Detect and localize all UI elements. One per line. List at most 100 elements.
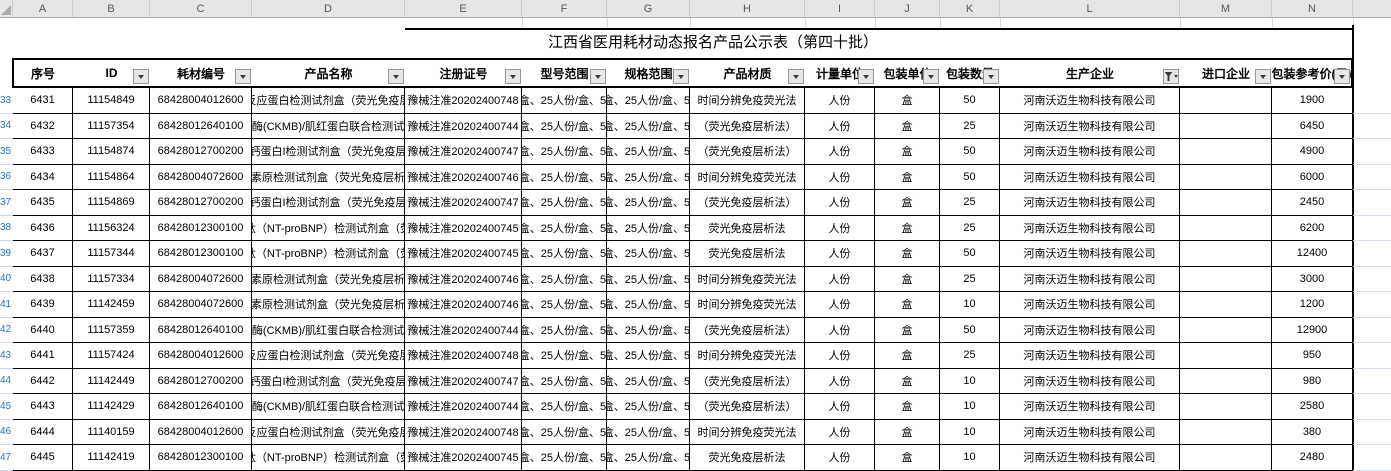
column-letter-G[interactable]: G xyxy=(607,0,690,17)
cell-C45[interactable]: 68428012640100 xyxy=(150,394,252,420)
cell-K38[interactable]: 25 xyxy=(940,216,1000,242)
cell-C40[interactable]: 68428004072600 xyxy=(150,267,252,293)
cell-D41[interactable]: 素原检测试剂盒（荧光免疫层析 xyxy=(252,292,405,318)
cell-K37[interactable]: 25 xyxy=(940,190,1000,216)
cell-A37[interactable]: 6435 xyxy=(13,190,73,216)
cell-N45[interactable]: 2580 xyxy=(1272,394,1353,420)
cell-N42[interactable]: 12900 xyxy=(1272,318,1353,344)
column-letter-E[interactable]: E xyxy=(405,0,522,17)
cell-H46[interactable]: 时间分辨免疫荧光法 xyxy=(690,420,805,446)
cell-A34[interactable]: 6432 xyxy=(13,114,73,140)
cell-C39[interactable]: 68428012300100 xyxy=(150,241,252,267)
cell-K40[interactable]: 25 xyxy=(940,267,1000,293)
cell-L46[interactable]: 河南沃迈生物科技有限公司 xyxy=(1000,420,1180,446)
cell-F41[interactable]: /盒、25人份/盒、50 xyxy=(522,292,607,318)
cell-L41[interactable]: 河南沃迈生物科技有限公司 xyxy=(1000,292,1180,318)
cell-N35[interactable]: 4900 xyxy=(1272,139,1353,165)
cell-J42[interactable]: 盒 xyxy=(875,318,940,344)
cell-G37[interactable]: /盒、25人份/盒、50 xyxy=(607,190,690,216)
cell-M33[interactable] xyxy=(1180,88,1272,114)
cell-H47[interactable]: 荧光免疫层析法 xyxy=(690,445,805,471)
cell-G42[interactable]: /盒、25人份/盒、50 xyxy=(607,318,690,344)
cell-H39[interactable]: 荧光免疫层析法 xyxy=(690,241,805,267)
cell-G38[interactable]: /盒、25人份/盒、50 xyxy=(607,216,690,242)
row-number-35[interactable]: 35 xyxy=(0,139,13,165)
cell-J43[interactable]: 盒 xyxy=(875,343,940,369)
cell-A38[interactable]: 6436 xyxy=(13,216,73,242)
cell-M45[interactable] xyxy=(1180,394,1272,420)
cell-F45[interactable]: /盒、25人份/盒、50 xyxy=(522,394,607,420)
cell-B47[interactable]: 11142419 xyxy=(73,445,150,471)
cell-C43[interactable]: 68428004012600 xyxy=(150,343,252,369)
column-letter-D[interactable]: D xyxy=(252,0,405,17)
cell-G35[interactable]: /盒、25人份/盒、50 xyxy=(607,139,690,165)
column-letter-N[interactable]: N xyxy=(1272,0,1353,17)
cell-G36[interactable]: /盒、25人份/盒、50 xyxy=(607,165,690,191)
cell-A41[interactable]: 6439 xyxy=(13,292,73,318)
cell-M43[interactable] xyxy=(1180,343,1272,369)
cell-C47[interactable]: 68428012300100 xyxy=(150,445,252,471)
cell-F37[interactable]: /盒、25人份/盒、50 xyxy=(522,190,607,216)
column-letter-J[interactable]: J xyxy=(875,0,940,17)
cell-H36[interactable]: 时间分辨免疫荧光法 xyxy=(690,165,805,191)
cell-E45[interactable]: 豫械注准20202400744 xyxy=(405,394,522,420)
cell-M37[interactable] xyxy=(1180,190,1272,216)
cell-L39[interactable]: 河南沃迈生物科技有限公司 xyxy=(1000,241,1180,267)
filter-dropdown-button-model[interactable] xyxy=(590,69,606,84)
cell-B42[interactable]: 11157359 xyxy=(73,318,150,344)
filter-dropdown-button-pack_qty[interactable] xyxy=(983,69,999,84)
cell-B44[interactable]: 11142449 xyxy=(73,369,150,395)
cell-F36[interactable]: /盒、25人份/盒、50 xyxy=(522,165,607,191)
cell-L37[interactable]: 河南沃迈生物科技有限公司 xyxy=(1000,190,1180,216)
filter-dropdown-button-pack_unit[interactable] xyxy=(923,69,939,84)
cell-M41[interactable] xyxy=(1180,292,1272,318)
column-letter-L[interactable]: L xyxy=(1000,0,1180,17)
cell-N33[interactable]: 1900 xyxy=(1272,88,1353,114)
cell-D39[interactable]: 肽（NT-proBNP）检测试剂盒（荧 xyxy=(252,241,405,267)
cell-E34[interactable]: 豫械注准20202400744 xyxy=(405,114,522,140)
column-letter-K[interactable]: K xyxy=(940,0,1000,17)
cell-G40[interactable]: /盒、25人份/盒、50 xyxy=(607,267,690,293)
cell-N38[interactable]: 6200 xyxy=(1272,216,1353,242)
cell-M34[interactable] xyxy=(1180,114,1272,140)
cell-N36[interactable]: 6000 xyxy=(1272,165,1353,191)
cell-J34[interactable]: 盒 xyxy=(875,114,940,140)
cell-N34[interactable]: 6450 xyxy=(1272,114,1353,140)
column-letter-A[interactable]: A xyxy=(13,0,73,17)
cell-I44[interactable]: 人份 xyxy=(805,369,875,395)
cell-E35[interactable]: 豫械注准20202400747 xyxy=(405,139,522,165)
cell-A36[interactable]: 6434 xyxy=(13,165,73,191)
cell-H38[interactable]: 荧光免疫层析法 xyxy=(690,216,805,242)
cell-B39[interactable]: 11157344 xyxy=(73,241,150,267)
cell-F33[interactable]: /盒、25人份/盒、50 xyxy=(522,88,607,114)
row-number-37[interactable]: 37 xyxy=(0,190,13,216)
cell-H37[interactable]: （荧光免疫层析法） xyxy=(690,190,805,216)
row-number-36[interactable]: 36 xyxy=(0,165,13,191)
cell-I35[interactable]: 人份 xyxy=(805,139,875,165)
cell-N39[interactable]: 12400 xyxy=(1272,241,1353,267)
cell-D38[interactable]: 肽（NT-proBNP）检测试剂盒（荧 xyxy=(252,216,405,242)
cell-J44[interactable]: 盒 xyxy=(875,369,940,395)
filter-dropdown-button-spec[interactable] xyxy=(673,69,689,84)
row-number-41[interactable]: 41 xyxy=(0,292,13,318)
cell-K41[interactable]: 10 xyxy=(940,292,1000,318)
cell-B38[interactable]: 11156324 xyxy=(73,216,150,242)
cell-J35[interactable]: 盒 xyxy=(875,139,940,165)
cell-K46[interactable]: 10 xyxy=(940,420,1000,446)
cell-A35[interactable]: 6433 xyxy=(13,139,73,165)
filter-dropdown-button-id[interactable] xyxy=(133,69,149,84)
cell-E36[interactable]: 豫械注准20202400746 xyxy=(405,165,522,191)
select-all-corner[interactable] xyxy=(0,0,13,17)
cell-D44[interactable]: 钙蛋白I检测试剂盒（荧光免疫层 xyxy=(252,369,405,395)
cell-K35[interactable]: 50 xyxy=(940,139,1000,165)
cell-H42[interactable]: （荧光免疫层析法） xyxy=(690,318,805,344)
cell-A39[interactable]: 6437 xyxy=(13,241,73,267)
cell-C33[interactable]: 68428004012600 xyxy=(150,88,252,114)
cell-M35[interactable] xyxy=(1180,139,1272,165)
cell-J33[interactable]: 盒 xyxy=(875,88,940,114)
cell-G33[interactable]: /盒、25人份/盒、50 xyxy=(607,88,690,114)
cell-J37[interactable]: 盒 xyxy=(875,190,940,216)
cell-I46[interactable]: 人份 xyxy=(805,420,875,446)
cell-E41[interactable]: 豫械注准20202400746 xyxy=(405,292,522,318)
cell-C36[interactable]: 68428004072600 xyxy=(150,165,252,191)
